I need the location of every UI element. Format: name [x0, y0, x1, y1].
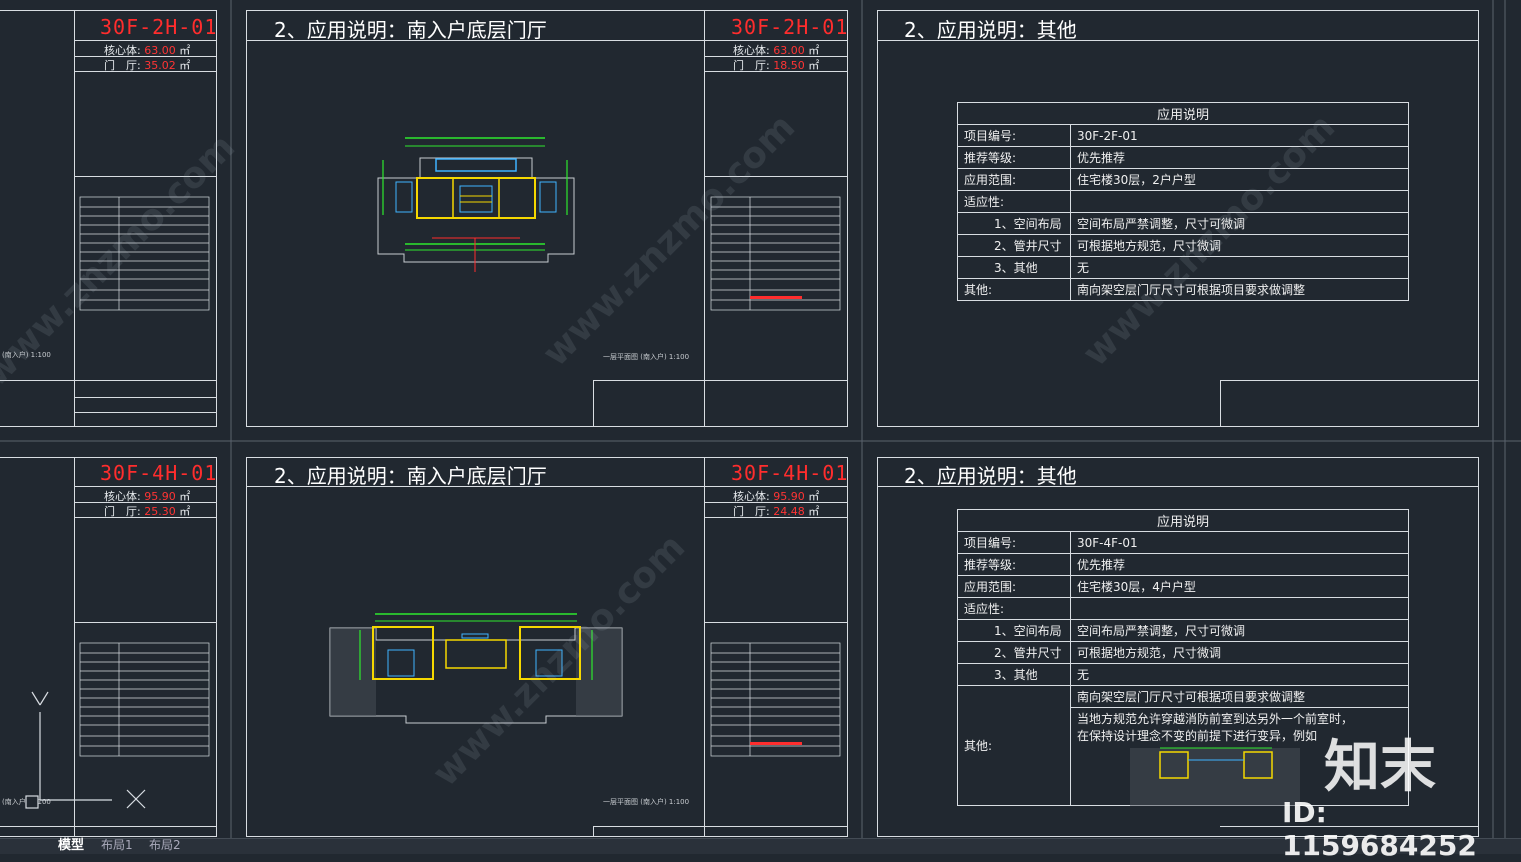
- sheet-5-code: 30F-4H-01: [731, 461, 849, 485]
- ucs-y-label: Y: [34, 690, 35, 691]
- watermark-brand: 知末: [1324, 735, 1436, 800]
- sheet-2-code: 30F-2H-01: [731, 15, 849, 39]
- tab-layout1[interactable]: 布局1: [101, 836, 133, 853]
- sheet-4-code: 30F-4H-01: [100, 461, 218, 485]
- spec-table-1-header: 应用说明: [957, 102, 1409, 125]
- watermark-id: ID: 1159684252: [1282, 796, 1477, 862]
- tab-model[interactable]: 模型: [58, 834, 84, 853]
- sheet-2-title: 2、应用说明：南入户底层门厅: [274, 18, 547, 42]
- sheet-5-plan-caption: 一层平面图 (南入户) 1:100: [603, 798, 690, 806]
- sheet-5-title: 2、应用说明：南入户底层门厅: [274, 464, 547, 488]
- spec-table-2-header: 应用说明: [957, 509, 1409, 532]
- tab-layout2[interactable]: 布局2: [149, 836, 181, 853]
- sheet-1-caption: (南入户) 1:100: [2, 351, 51, 359]
- sheet-1-divider: [74, 10, 75, 427]
- sheet-4-caption: (南入户) 1:100: [2, 798, 51, 806]
- sheet-3-title: 2、应用说明：其他: [904, 18, 1077, 42]
- spec-table-1: 应用说明 项目编号: 30F-2F-01 推荐等级: 优先推荐 应用范围: 住宅楼30…: [957, 102, 1409, 301]
- sheet-1-code: 30F-2H-01: [100, 15, 218, 39]
- sheet-2-plan-caption: 一层平面图 (南入户) 1:100: [603, 353, 690, 361]
- sheet-6-title: 2、应用说明：其他: [904, 464, 1077, 488]
